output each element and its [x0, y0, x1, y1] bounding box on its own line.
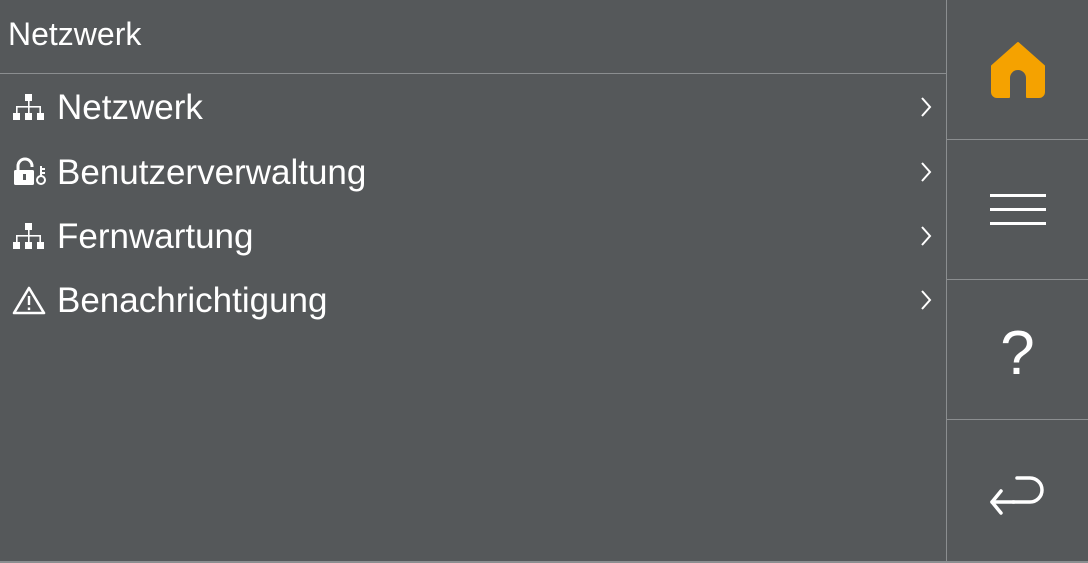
menu-item-benutzerverwaltung[interactable]: Benutzerverwaltung	[0, 140, 946, 204]
menu-button[interactable]	[947, 140, 1088, 280]
menu-item-benachrichtigung[interactable]: Benachrichtigung	[0, 268, 946, 332]
back-button[interactable]	[947, 420, 1088, 563]
warning-icon	[12, 284, 52, 316]
menu-item-label: Fernwartung	[57, 216, 254, 256]
help-icon: ?	[1000, 318, 1035, 388]
settings-menu: Netzwerk Benutzerverwaltung Fernwartung …	[0, 74, 946, 332]
home-icon	[990, 41, 1045, 98]
menu-item-label: Netzwerk	[57, 87, 203, 127]
page-header: Netzwerk	[0, 0, 946, 74]
chevron-right-icon	[921, 162, 932, 182]
network-icon	[12, 91, 52, 123]
menu-item-fernwartung[interactable]: Fernwartung	[0, 204, 946, 268]
chevron-right-icon	[921, 226, 932, 246]
home-button[interactable]	[947, 0, 1088, 140]
chevron-right-icon	[921, 290, 932, 310]
menu-item-netzwerk[interactable]: Netzwerk	[0, 74, 946, 140]
hamburger-menu-icon	[989, 193, 1046, 225]
help-button[interactable]: ?	[947, 280, 1088, 420]
chevron-right-icon	[921, 97, 932, 117]
main-panel: Netzwerk Netzwerk Benutzerverwaltung Fer…	[0, 0, 946, 563]
lock-key-icon	[12, 156, 52, 188]
network-icon	[12, 220, 52, 252]
menu-item-label: Benachrichtigung	[57, 280, 328, 320]
menu-item-label: Benutzerverwaltung	[57, 152, 367, 192]
side-navigation: ?	[946, 0, 1088, 563]
return-icon	[989, 475, 1044, 515]
page-title: Netzwerk	[8, 15, 142, 52]
